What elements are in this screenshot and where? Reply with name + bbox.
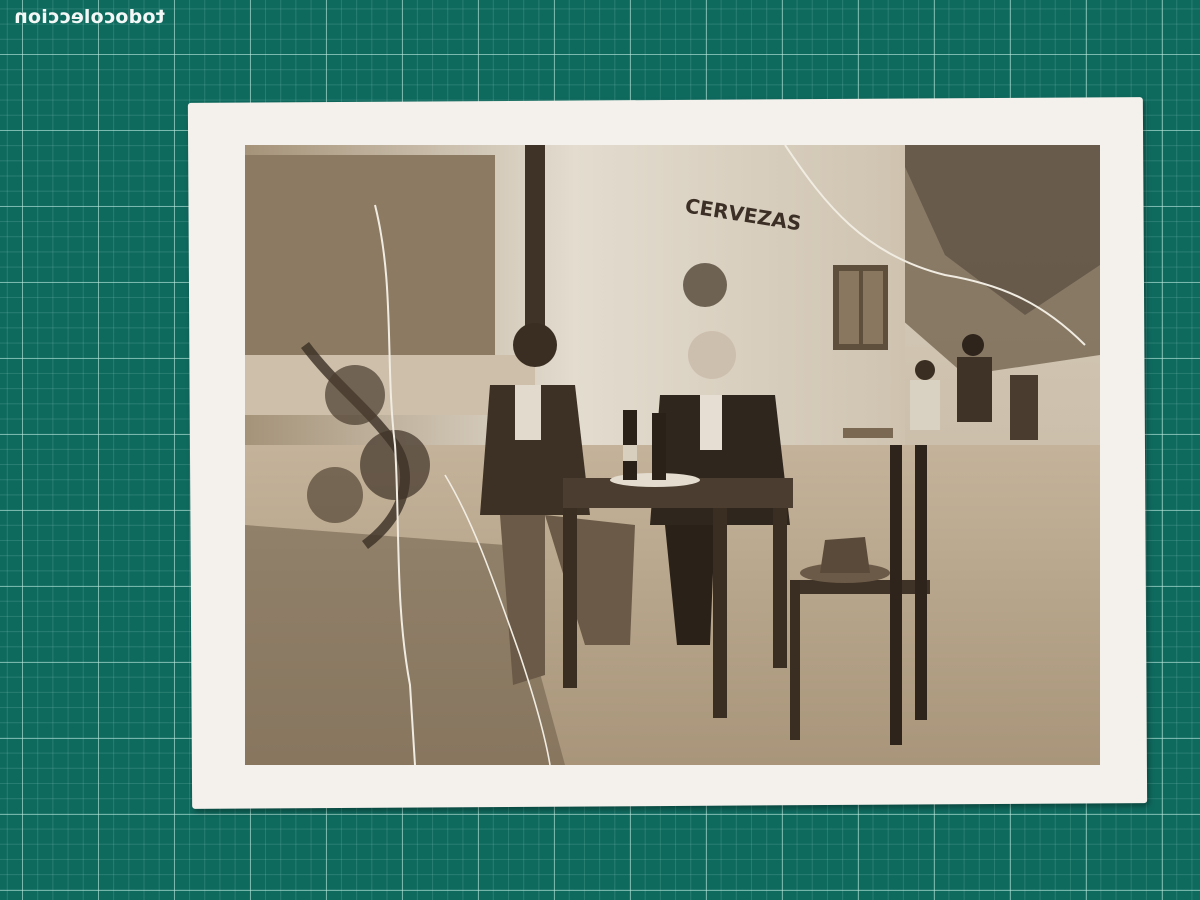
man-right-shirt <box>700 395 722 450</box>
vintage-photo: CERVEZAS <box>245 145 1100 765</box>
background-person <box>957 357 992 422</box>
chair-leg <box>790 580 800 740</box>
bottle <box>652 413 666 480</box>
bottle-label <box>623 445 637 461</box>
background-child <box>910 380 940 430</box>
man-left-head <box>513 323 557 367</box>
man-left-shirt <box>515 385 541 440</box>
wall-shadow-panel <box>245 155 495 360</box>
hat-crown <box>820 537 870 573</box>
bench <box>843 428 893 438</box>
flower-plant <box>683 263 727 307</box>
background-person-head <box>915 360 935 380</box>
drainpipe <box>525 145 545 330</box>
table-leg <box>563 508 577 688</box>
watermark: todocoleccion <box>14 6 165 28</box>
man-right-head <box>688 331 736 379</box>
chair-back <box>890 445 902 745</box>
photo-scene: CERVEZAS <box>245 145 1100 765</box>
background-chair <box>1010 375 1038 440</box>
